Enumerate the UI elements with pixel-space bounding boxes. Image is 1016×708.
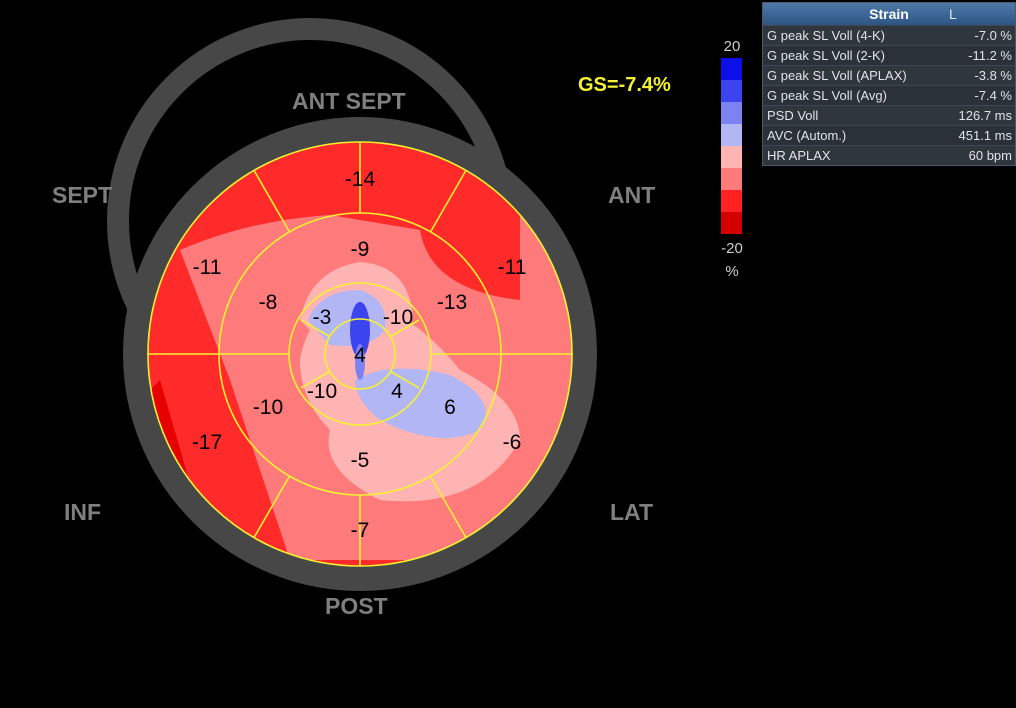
strain-row-label: PSD Voll xyxy=(767,108,819,123)
strain-row-label: G peak SL Voll (4-K) xyxy=(767,28,886,43)
seg-mid-lat-value: 6 xyxy=(444,396,456,419)
seg-mid-sept-value: -8 xyxy=(259,291,278,314)
label-lat: LAT xyxy=(610,499,654,525)
label-ant-sept: ANT SEPT xyxy=(292,88,406,114)
color-scale-swatch xyxy=(721,58,742,80)
label-post: POST xyxy=(325,593,388,619)
seg-basal-ant-value: -11 xyxy=(498,256,527,279)
strain-panel-title: Strain xyxy=(869,6,909,22)
strain-row-value: 126.7 ms xyxy=(958,108,1012,123)
color-scale-unit: % xyxy=(725,263,739,280)
seg-mid-post-value: -5 xyxy=(351,449,370,472)
strain-row-label: G peak SL Voll (2-K) xyxy=(767,48,886,63)
seg-mid-antsept-value: -9 xyxy=(351,238,370,261)
global-strain-label: GS=-7.4% xyxy=(578,74,671,96)
strain-row: G peak SL Voll (Avg) -7.4 % xyxy=(763,85,1015,105)
color-scale-min: -20 xyxy=(721,240,743,257)
label-sept: SEPT xyxy=(52,182,113,208)
strain-row-value: -7.0 % xyxy=(974,28,1012,43)
label-ant: ANT xyxy=(608,182,656,208)
label-inf: INF xyxy=(64,499,102,525)
seg-basal-inf-value: -17 xyxy=(192,431,222,454)
strain-row: G peak SL Voll (APLAX) -3.8 % xyxy=(763,65,1015,85)
seg-apex-value: 4 xyxy=(354,344,366,367)
strain-row-label: HR APLAX xyxy=(767,148,831,163)
strain-row: G peak SL Voll (2-K) -11.2 % xyxy=(763,45,1015,65)
strain-row: AVC (Autom.) 451.1 ms xyxy=(763,125,1015,145)
strain-row: G peak SL Voll (4-K) -7.0 % xyxy=(763,25,1015,45)
seg-basal-antsept-value: -14 xyxy=(345,168,376,191)
strain-row: HR APLAX 60 bpm xyxy=(763,145,1015,165)
color-scale-swatch xyxy=(721,212,742,234)
strain-row-value: -11.2 % xyxy=(968,48,1012,63)
strain-row-label: G peak SL Voll (Avg) xyxy=(767,88,887,103)
strain-row-value: -3.8 % xyxy=(974,68,1012,83)
seg-basal-lat-value: -6 xyxy=(503,431,522,454)
color-scale-max: 20 xyxy=(723,38,741,55)
seg-basal-sept-value: -11 xyxy=(193,256,222,279)
strain-row-value: 60 bpm xyxy=(968,148,1012,163)
color-scale-swatch xyxy=(721,80,742,102)
seg-apical-ant-value: -10 xyxy=(383,306,413,329)
strain-panel-marker: L xyxy=(949,6,957,22)
color-scale-bar xyxy=(721,58,742,234)
strain-row-value: 451.1 ms xyxy=(958,128,1012,143)
seg-apical-inf-value: -10 xyxy=(307,380,337,403)
strain-row-label: AVC (Autom.) xyxy=(767,128,847,143)
strain-row-label: G peak SL Voll (APLAX) xyxy=(767,68,907,83)
strain-panel-rows: G peak SL Voll (4-K) -7.0 % G peak SL Vol… xyxy=(763,25,1015,165)
color-scale-swatch xyxy=(721,102,742,124)
color-scale-swatch xyxy=(721,190,742,212)
seg-mid-ant-value: -13 xyxy=(437,291,467,314)
seg-apical-sept-value: -3 xyxy=(313,306,332,329)
color-scale-swatch xyxy=(721,124,742,146)
seg-mid-inf-value: -10 xyxy=(253,396,283,419)
strain-row: PSD Voll 126.7 ms xyxy=(763,105,1015,125)
color-scale-swatch xyxy=(721,146,742,168)
seg-apical-lat-value: 4 xyxy=(391,380,403,403)
seg-basal-post-value: -7 xyxy=(351,519,370,542)
strain-row-value: -7.4 % xyxy=(974,88,1012,103)
color-scale-swatch xyxy=(721,168,742,190)
strain-panel: Strain L G peak SL Voll (4-K) -7.0 % G pe… xyxy=(762,2,1016,166)
strain-panel-header[interactable]: Strain L xyxy=(763,3,1015,25)
